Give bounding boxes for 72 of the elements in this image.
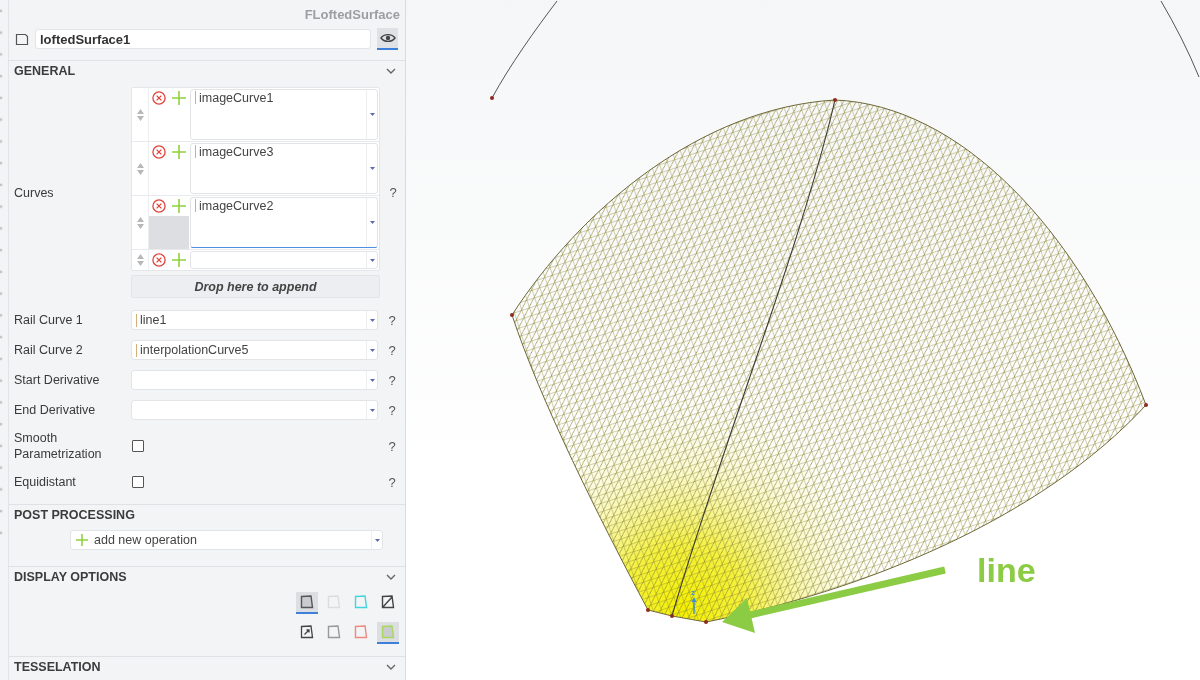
reference-field[interactable]: interpolationCurve5 (131, 340, 378, 360)
axis-label: z (691, 588, 695, 597)
chevron-down-icon[interactable] (386, 664, 396, 670)
checkbox[interactable] (132, 440, 144, 452)
help-button[interactable]: ? (388, 402, 396, 418)
axis-arrow-icon (691, 597, 697, 615)
dropdown-caret-icon[interactable] (369, 113, 375, 116)
drop-zone: Drop here to append (131, 275, 380, 298)
dropdown-caret-icon[interactable] (369, 378, 375, 382)
property-label: Rail Curve 2 (14, 342, 84, 358)
curve-field[interactable] (190, 251, 378, 269)
annotation-label: line (977, 551, 1036, 589)
property-label: Rail Curve 1 (14, 312, 84, 328)
help-button[interactable]: ? (388, 474, 396, 490)
object-type-label: FLoftedSurface (304, 6, 400, 22)
help-button[interactable]: ? (388, 342, 396, 358)
drag-handle-icon[interactable] (136, 254, 144, 266)
reference-marker-icon (195, 91, 196, 104)
section-title: GENERAL (14, 64, 76, 78)
plus-icon (172, 253, 186, 267)
property-label: Start Derivative (14, 372, 101, 388)
remove-icon (152, 199, 166, 213)
dropdown-caret-icon[interactable] (374, 538, 380, 542)
remove-icon (152, 91, 166, 105)
remove-button[interactable] (149, 196, 169, 216)
plus-icon (172, 91, 186, 105)
remove-icon (152, 145, 166, 159)
section-title: DISPLAY OPTIONS (14, 570, 127, 584)
section-title: TESSELATION (14, 660, 101, 674)
drag-handle-icon[interactable] (136, 216, 144, 229)
reference-field[interactable]: line1 (131, 310, 378, 330)
checkbox[interactable] (132, 476, 144, 488)
drag-handle-icon[interactable] (136, 162, 144, 175)
property-label: Curves (14, 184, 55, 201)
plus-icon (172, 145, 186, 159)
name-field[interactable]: loftedSurface1 (35, 29, 371, 49)
chevron-down-icon[interactable] (386, 574, 396, 580)
curve-field[interactable]: imageCurve3 (190, 143, 378, 194)
reference-field[interactable] (131, 370, 378, 390)
dropdown-caret-icon[interactable] (369, 221, 375, 224)
reference-marker-icon (195, 199, 196, 212)
plus-icon (76, 534, 88, 546)
remove-button[interactable] (149, 250, 169, 270)
dropdown-caret-icon[interactable] (369, 167, 375, 170)
section-title: POST PROCESSING (14, 508, 135, 522)
help-button[interactable]: ? (388, 438, 396, 454)
dropdown-caret-icon[interactable] (369, 258, 375, 262)
remove-button[interactable] (149, 142, 169, 162)
document-icon (15, 32, 29, 46)
operation-dropdown[interactable]: add new operation (70, 530, 383, 550)
remove-icon (152, 253, 166, 267)
drag-handle-icon[interactable] (136, 108, 144, 121)
reference-marker-icon (136, 313, 137, 327)
dropdown-caret-icon[interactable] (369, 348, 375, 352)
help-button[interactable]: ? (388, 372, 396, 388)
reference-field[interactable] (131, 400, 378, 420)
help-button[interactable]: ? (389, 185, 397, 200)
reference-marker-icon (195, 145, 196, 158)
dropdown-caret-icon[interactable] (369, 318, 375, 322)
eye-icon (379, 33, 396, 43)
curve-field[interactable]: imageCurve1 (190, 89, 378, 140)
reference-marker-icon (136, 343, 137, 357)
property-label: Equidistant (14, 474, 77, 490)
help-button[interactable]: ? (388, 312, 396, 328)
property-label: End Derivative (14, 402, 97, 418)
curve-field[interactable]: imageCurve2 (190, 197, 378, 248)
chevron-down-icon[interactable] (386, 68, 396, 74)
remove-button[interactable] (149, 88, 169, 108)
dropdown-caret-icon[interactable] (369, 408, 375, 412)
plus-icon (172, 199, 186, 213)
property-label: Smooth Parametrization (14, 430, 103, 462)
visibility-button[interactable] (377, 28, 398, 50)
